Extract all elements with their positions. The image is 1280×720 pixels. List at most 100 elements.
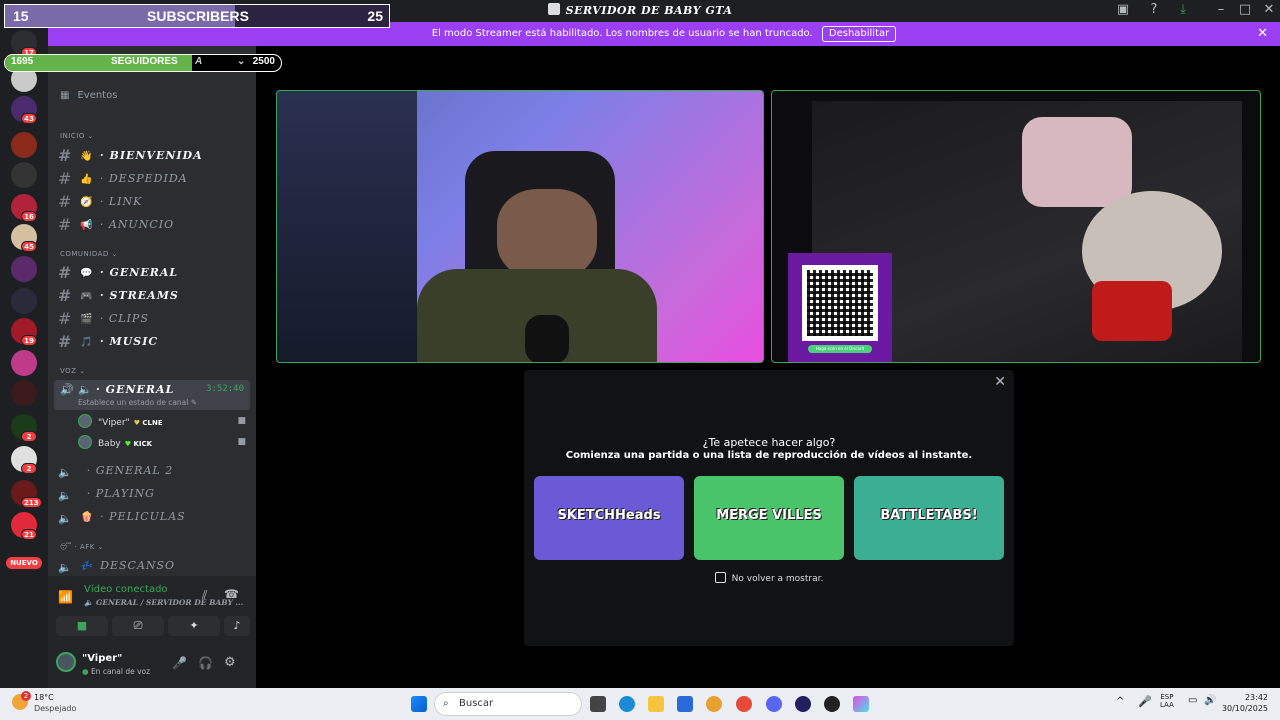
- active-voice-channel[interactable]: 🔊 🔈 · GENERAL 3:52:40 Establece un estad…: [54, 380, 250, 410]
- avatar: [78, 435, 92, 449]
- close-window-button[interactable]: ✕: [1258, 2, 1280, 17]
- pencil-icon: ✎: [190, 398, 198, 407]
- voice-channel-peliculas[interactable]: 🔈 🍿 · PELICULAS: [58, 510, 186, 525]
- clock-date[interactable]: 30/10/2025: [1218, 704, 1268, 713]
- voice-channel-playing[interactable]: 🔈 · PLAYING: [58, 487, 155, 502]
- hash-icon: #: [58, 169, 73, 188]
- voice-user[interactable]: Baby ♥ KICK: [78, 435, 152, 449]
- obs-icon[interactable]: [824, 696, 840, 712]
- qr-code-icon: [802, 265, 878, 341]
- store-icon[interactable]: [677, 696, 693, 712]
- network-icon[interactable]: ▭: [1188, 695, 1197, 706]
- category-voz[interactable]: VOZ ⌄: [60, 367, 86, 375]
- category-comunidad[interactable]: COMUNIDAD ⌄: [60, 250, 118, 258]
- game-card[interactable]: SKETCHHeads: [534, 476, 684, 560]
- activities-button[interactable]: ✦: [168, 616, 220, 636]
- close-banner-icon[interactable]: ✕: [1257, 22, 1268, 46]
- taskbar-search[interactable]: ⌕ Buscar: [434, 692, 582, 716]
- inbox-icon[interactable]: ▣: [1112, 2, 1134, 17]
- voice-icon: 🔈: [78, 383, 92, 396]
- pink-hood: [1022, 117, 1132, 207]
- server-icon[interactable]: [11, 380, 37, 406]
- avatar: [78, 414, 92, 428]
- disconnect-icon[interactable]: ☎: [224, 587, 239, 601]
- speaker-icon: 🔈: [58, 489, 73, 502]
- events-item[interactable]: ▦ Eventos: [60, 90, 117, 101]
- room-shelf: [277, 91, 417, 362]
- server-icon[interactable]: [11, 350, 37, 376]
- chrome-profile-icon[interactable]: [736, 696, 752, 712]
- server-icon[interactable]: [11, 256, 37, 282]
- server-icon[interactable]: [11, 132, 37, 158]
- avatar[interactable]: [56, 652, 76, 672]
- new-badge: NUEVO: [6, 557, 42, 569]
- text-channel-clips[interactable]: # 🎬 · CLIPS: [58, 309, 149, 328]
- microphone-icon[interactable]: 🎤: [172, 656, 187, 670]
- app-icon[interactable]: [795, 696, 811, 712]
- server-unread-badge: 43: [21, 113, 37, 124]
- clock-time[interactable]: 23:42: [1232, 693, 1268, 702]
- close-icon[interactable]: ✕: [994, 374, 1006, 390]
- maximize-button[interactable]: □: [1234, 2, 1256, 17]
- voice-status: Vídeo conectado: [84, 584, 168, 595]
- category-inicio[interactable]: INICIO ⌄: [60, 132, 94, 140]
- microphone: [525, 315, 569, 362]
- speaker-icon: 🔈: [58, 561, 73, 574]
- download-icon[interactable]: ⤓: [1172, 2, 1194, 17]
- channel-status-prompt[interactable]: Establece un estado de canal ✎: [78, 398, 197, 407]
- settings-gear-icon[interactable]: ⚙: [224, 655, 236, 670]
- edge-icon[interactable]: [619, 696, 635, 712]
- server-unread-badge: 2: [21, 463, 37, 474]
- chrome-icon[interactable]: [706, 696, 722, 712]
- server-menu-chevron-icon[interactable]: ⌄: [237, 56, 245, 67]
- voice-channel-general-2[interactable]: 🔈 · GENERAL 2: [58, 464, 173, 479]
- followers-label: SEGUIDORES: [111, 56, 178, 67]
- chevron-up-icon[interactable]: ^: [1116, 696, 1124, 707]
- server-unread-badge: 19: [21, 335, 37, 346]
- text-channel-music[interactable]: # 🎵 · MUSIC: [58, 332, 158, 351]
- disable-streamer-mode-button[interactable]: Deshabilitar: [821, 26, 897, 42]
- video-camera-icon: ■: [237, 416, 246, 426]
- windows-taskbar: 2 18°C Despejado ⌕ Buscar ^ 🎤 ESP LAA ▭ 🔊 …: [0, 688, 1280, 720]
- signal-icon[interactable]: 📶: [58, 590, 73, 604]
- help-icon[interactable]: ?: [1143, 2, 1165, 17]
- task-view-icon[interactable]: [590, 696, 606, 712]
- active-voice-name: · GENERAL: [96, 383, 175, 396]
- category-afk[interactable]: 😴 · AFK ⌄: [60, 543, 104, 551]
- language-indicator[interactable]: ESP LAA: [1160, 693, 1174, 709]
- camera-button[interactable]: ■: [56, 616, 108, 636]
- activity-launcher: ✕ ¿Te apetece hacer algo? Comienza una p…: [524, 370, 1014, 646]
- text-channel-link[interactable]: # 🧭 · LINK: [58, 192, 142, 211]
- server-unread-badge: 2: [21, 431, 37, 442]
- server-icon[interactable]: [11, 162, 37, 188]
- text-channel-anuncio[interactable]: # 📢 · ANUNCIO: [58, 215, 174, 234]
- screen-share-button[interactable]: ⎚: [112, 616, 164, 636]
- weather-temp: 18°C: [34, 693, 54, 702]
- text-channel-general[interactable]: # 💬 · GENERAL: [58, 263, 178, 282]
- discord-icon[interactable]: [766, 696, 782, 712]
- windows-start-icon[interactable]: [411, 696, 427, 712]
- server-icon[interactable]: [11, 288, 37, 314]
- volume-icon[interactable]: 🔊: [1204, 695, 1216, 706]
- text-channel-streams[interactable]: # 🎮 · STREAMS: [58, 286, 179, 305]
- headphones-icon[interactable]: 🎧: [198, 656, 213, 670]
- file-explorer-icon[interactable]: [648, 696, 664, 712]
- video-tile-baby[interactable]: Haga scan en el Discord: [771, 90, 1261, 363]
- video-tile-viper[interactable]: [276, 90, 764, 363]
- soundboard-icon: ♪: [233, 619, 241, 632]
- game-card[interactable]: BATTLETABS!: [854, 476, 1004, 560]
- game-card[interactable]: MERGE VILLES: [694, 476, 844, 560]
- text-channel-bienvenida[interactable]: # 👋 · BIENVENIDA: [58, 146, 203, 165]
- soundboard-button[interactable]: ♪: [224, 616, 250, 636]
- dont-show-checkbox[interactable]: [714, 572, 726, 583]
- subscribers-goal: 25: [367, 8, 383, 24]
- text-channel-despedida[interactable]: # 👍 · DESPEDIDA: [58, 169, 188, 188]
- minimize-button[interactable]: –: [1210, 2, 1232, 17]
- noise-suppression-icon[interactable]: ⫽: [202, 588, 207, 603]
- hash-icon: #: [58, 192, 73, 211]
- activity-subtitle: Comienza una partida o una lista de repr…: [565, 450, 973, 461]
- voice-channel-descanso[interactable]: 🔈 💤 DESCANSO: [58, 559, 175, 574]
- copilot-icon[interactable]: [853, 696, 869, 712]
- voice-user[interactable]: "Viper" ♥ CLNE: [78, 414, 163, 428]
- microphone-tray-icon[interactable]: 🎤: [1138, 695, 1152, 708]
